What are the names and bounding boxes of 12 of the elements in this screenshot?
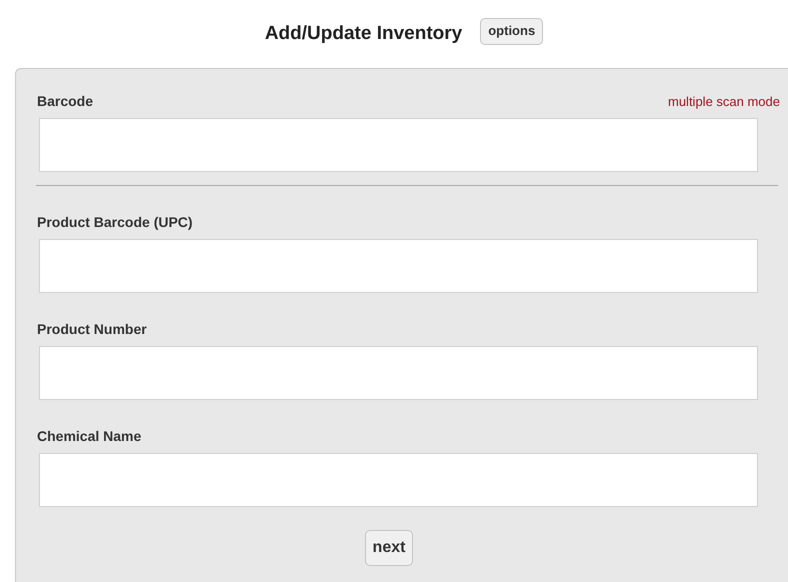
page-title: Add/Update Inventory <box>264 22 462 46</box>
field-label: Product Number <box>36 320 148 339</box>
input-field[interactable] <box>39 118 758 172</box>
field-label: Chemical Name <box>36 427 142 446</box>
field-label: Product Barcode (UPC) <box>36 213 194 232</box>
scan-mode-link[interactable]: multiple scan mode <box>668 92 780 112</box>
options-button[interactable]: options <box>480 18 544 44</box>
input-field[interactable] <box>39 239 758 293</box>
input-field[interactable] <box>39 453 758 507</box>
field-label: Barcode <box>37 92 94 111</box>
input-field[interactable] <box>39 346 758 400</box>
next-button[interactable]: next <box>364 530 414 566</box>
